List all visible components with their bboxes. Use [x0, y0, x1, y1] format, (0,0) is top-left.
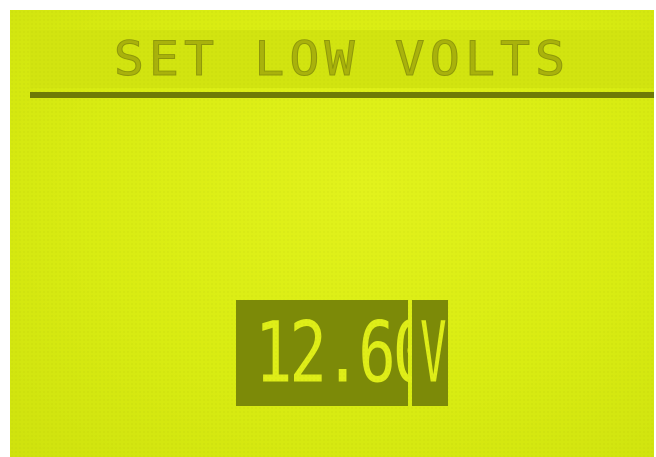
voltage-unit: V: [420, 303, 447, 402]
voltage-value-field[interactable]: 12.60: [236, 300, 430, 406]
screen-title: SET LOW VOLTS: [113, 31, 571, 87]
title-bar: SET LOW VOLTS: [30, 30, 654, 88]
voltage-unit-field: V: [412, 300, 448, 406]
title-divider: [30, 92, 654, 98]
voltage-value: 12.60: [254, 303, 430, 402]
lcd-screen: SET LOW VOLTS 12.60 V: [10, 10, 654, 457]
device-bezel: SET LOW VOLTS 12.60 V: [0, 0, 656, 457]
